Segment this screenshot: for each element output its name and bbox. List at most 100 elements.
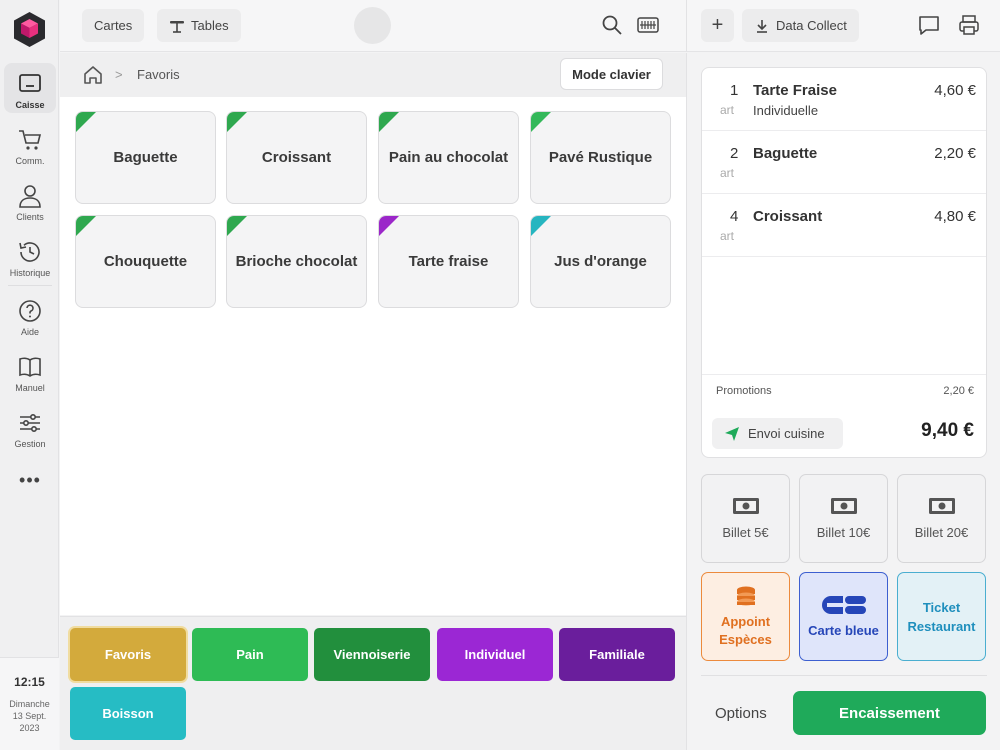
cartes-label: Cartes <box>94 18 133 33</box>
data-collect-button[interactable]: Data Collect <box>742 9 859 42</box>
nav-manuel[interactable]: Manuel <box>4 346 56 396</box>
promotions-label: Promotions <box>716 385 772 397</box>
avatar[interactable] <box>354 7 391 44</box>
home-icon[interactable] <box>82 64 104 86</box>
printer-icon[interactable] <box>957 13 981 37</box>
coins-icon <box>736 586 755 605</box>
message-icon[interactable] <box>917 13 941 37</box>
send-icon <box>725 426 739 441</box>
order-line[interactable]: 1 art Tarte Fraise Individuelle 4,60 € <box>702 68 986 131</box>
line-name: Croissant <box>753 208 823 225</box>
category-familiale[interactable]: Familiale <box>559 628 675 681</box>
category-color-marker <box>379 216 399 236</box>
product-name: Croissant <box>261 149 332 166</box>
tables-label: Tables <box>191 18 229 33</box>
product-name: Jus d'orange <box>554 253 647 270</box>
clock-time: 12:15 <box>14 675 45 689</box>
nav-caisse[interactable]: Caisse <box>4 63 56 113</box>
top-bar: Cartes Tables <box>60 0 686 52</box>
category-color-marker <box>76 216 96 236</box>
category-color-marker <box>531 112 551 132</box>
product-tile[interactable]: Jus d'orange <box>530 215 671 308</box>
barcode-scanner-icon[interactable] <box>636 13 660 37</box>
line-price: 2,20 € <box>934 145 976 162</box>
line-variant: Individuelle <box>753 103 819 118</box>
data-collect-label: Data Collect <box>776 18 847 33</box>
clock-date: Dimanche 13 Sept. 2023 <box>0 698 59 734</box>
date-year: 2023 <box>19 723 40 733</box>
tables-button[interactable]: Tables <box>157 9 241 42</box>
nav-label: Clients <box>16 212 44 222</box>
product-tile[interactable]: Baguette <box>75 111 216 204</box>
more-icon[interactable]: ••• <box>16 470 44 490</box>
line-unit: art <box>720 229 735 243</box>
search-icon[interactable] <box>600 13 624 37</box>
category-color-marker <box>379 112 399 132</box>
product-tile[interactable]: Tarte fraise <box>378 215 519 308</box>
category-individuel[interactable]: Individuel <box>437 628 553 681</box>
product-name: Brioche chocolat <box>235 253 358 270</box>
nav-label: Caisse <box>15 100 45 110</box>
order-panel: 1 art Tarte Fraise Individuelle 4,60 € 2… <box>686 53 1000 750</box>
user-icon <box>19 185 41 208</box>
mode-clavier-button[interactable]: Mode clavier <box>560 58 663 90</box>
order-ticket: 1 art Tarte Fraise Individuelle 4,60 € 2… <box>701 67 987 458</box>
line-name: Baguette <box>753 145 818 162</box>
register-icon <box>19 74 41 92</box>
add-button[interactable]: + <box>701 9 734 42</box>
carte-bleue-button[interactable]: Carte bleue <box>799 572 888 661</box>
breadcrumb: > Favoris Mode clavier <box>60 53 686 97</box>
product-name: Chouquette <box>103 253 188 270</box>
nav-commandes[interactable]: Comm. <box>4 119 56 169</box>
appoint-especes-button[interactable]: Appoint Espèces <box>701 572 790 661</box>
options-button[interactable]: Options <box>715 705 767 722</box>
line-name: Tarte Fraise <box>753 82 837 99</box>
line-quantity: 4 <box>730 208 739 225</box>
product-tile[interactable]: Pavé Rustique <box>530 111 671 204</box>
line-unit: art <box>720 103 735 117</box>
line-quantity: 2 <box>730 145 739 162</box>
footer-divider <box>701 675 987 676</box>
category-boisson[interactable]: Boisson <box>70 687 186 740</box>
banknote-icon <box>928 498 955 514</box>
envoi-cuisine-button[interactable]: Envoi cuisine <box>712 418 843 449</box>
appoint-label: Appoint <box>720 613 771 629</box>
nav-gestion[interactable]: Gestion <box>4 402 56 452</box>
product-tile[interactable]: Brioche chocolat <box>226 215 367 308</box>
billet-5-button[interactable]: Billet 5€ <box>701 474 790 563</box>
encaissement-button[interactable]: Encaissement <box>793 691 986 735</box>
date-day-month: 13 Sept. <box>12 711 47 721</box>
ticket-label: Ticket <box>922 599 961 615</box>
category-viennoiserie[interactable]: Viennoiserie <box>314 628 430 681</box>
nav-label: Manuel <box>15 383 45 393</box>
banknote-icon <box>830 498 857 514</box>
line-unit: art <box>720 166 735 180</box>
chevron-right-icon: > <box>115 67 123 82</box>
billet-10-button[interactable]: Billet 10€ <box>799 474 888 563</box>
ticket-restaurant-button[interactable]: Ticket Restaurant <box>897 572 986 661</box>
product-tile[interactable]: Pain au chocolat <box>378 111 519 204</box>
line-price: 4,80 € <box>934 208 976 225</box>
category-favoris[interactable]: Favoris <box>70 628 186 681</box>
date-day: Dimanche <box>9 699 50 709</box>
order-line[interactable]: 2 art Baguette 2,20 € <box>702 131 986 194</box>
category-pain[interactable]: Pain <box>192 628 308 681</box>
envoi-cuisine-label: Envoi cuisine <box>748 426 825 441</box>
product-tile[interactable]: Chouquette <box>75 215 216 308</box>
cartes-button[interactable]: Cartes <box>82 9 145 42</box>
order-line[interactable]: 4 art Croissant 4,80 € <box>702 194 986 257</box>
nav-label: Historique <box>9 268 51 278</box>
billet-20-button[interactable]: Billet 20€ <box>897 474 986 563</box>
nav-historique[interactable]: Historique <box>4 231 56 281</box>
banknote-icon <box>732 498 759 514</box>
line-quantity: 1 <box>730 82 739 99</box>
order-total: 9,40 € <box>921 420 974 441</box>
nav-aide[interactable]: Aide <box>4 290 56 340</box>
nav-clients[interactable]: Clients <box>4 175 56 225</box>
breadcrumb-current: Favoris <box>137 67 180 82</box>
product-grid: Baguette Croissant Pain au chocolat Pavé… <box>60 97 686 615</box>
billet-20-label: Billet 20€ <box>914 525 969 540</box>
category-color-marker <box>76 112 96 132</box>
nav-label: Aide <box>20 327 39 337</box>
product-tile[interactable]: Croissant <box>226 111 367 204</box>
